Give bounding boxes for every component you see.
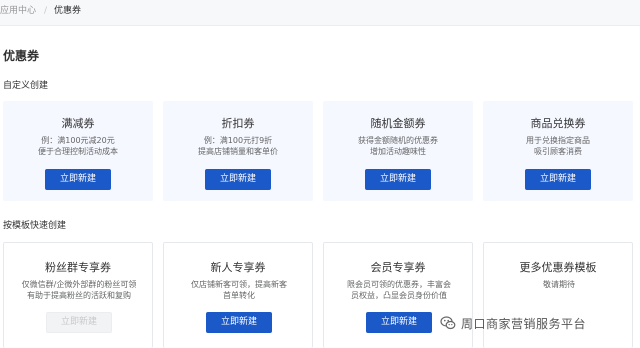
create-random-amount-button[interactable]: 立即新建 (365, 169, 431, 190)
card-title: 满减券 (61, 117, 95, 130)
template-card-fan-group: 粉丝群专享券 仅微信群/企微外部群的粉丝可领 有助于提高粉丝的活跃和复购 立即新… (3, 242, 153, 348)
card-description: 仅微信群/企微外部群的粉丝可领 有助于提高粉丝的活跃和复购 (21, 280, 137, 300)
card-title: 随机金额券 (370, 117, 426, 130)
card-title: 粉丝群专享券 (45, 261, 111, 274)
create-newcomer-button[interactable]: 立即新建 (206, 312, 272, 333)
coupon-card-random-amount: 随机金额券 获得金额随机的优惠券 增加活动趣味性 立即新建 (323, 101, 473, 201)
template-card-newcomer: 新人专享券 仅店铺新客可领，提高新客 首单转化 立即新建 (163, 242, 313, 348)
create-full-reduction-button[interactable]: 立即新建 (45, 169, 111, 190)
breadcrumb-current: 优惠券 (54, 6, 82, 16)
watermark-text: 周口商家营销服务平台 (461, 316, 587, 331)
coupon-card-full-reduction: 满减券 例：满100元减20元 便于合理控制活动成本 立即新建 (3, 101, 153, 201)
page-title: 优惠券 (3, 49, 40, 63)
watermark: 周口商家营销服务平台 (440, 312, 640, 334)
breadcrumb-separator: / (44, 6, 48, 16)
create-fan-group-button[interactable]: 立即新建 (46, 312, 112, 333)
template-section-title: 按模板快速创建 (3, 221, 67, 231)
coupon-card-product-exchange: 商品兑换券 用于兑换指定商品 吸引顾客消费 立即新建 (483, 101, 633, 201)
card-title: 更多优惠券模板 (519, 261, 597, 274)
card-description: 获得金额随机的优惠券 增加活动趣味性 (358, 136, 438, 156)
custom-section-title: 自定义创建 (3, 81, 49, 91)
card-description: 限会员可领的优惠券，丰富会 员权益，凸显会员身份价值 (347, 280, 451, 300)
create-member-button[interactable]: 立即新建 (366, 312, 432, 333)
create-discount-button[interactable]: 立即新建 (205, 169, 271, 190)
coupon-card-discount: 折扣券 例：满100元打9折 提高店铺销量和客单价 立即新建 (163, 101, 313, 201)
wechat-icon (440, 316, 456, 330)
card-description: 例：满100元减20元 便于合理控制活动成本 (38, 136, 118, 156)
card-description: 用于兑换指定商品 吸引顾客消费 (526, 136, 590, 156)
card-description: 敬请期待 (543, 280, 575, 289)
breadcrumb-root[interactable]: 应用中心 (0, 5, 36, 17)
card-description: 仅店铺新客可领，提高新客 首单转化 (191, 280, 287, 300)
card-title: 折扣券 (221, 117, 255, 130)
card-title: 新人专享券 (210, 261, 266, 274)
top-bar: 应用中心 / 优惠券 (0, 0, 640, 26)
card-title: 会员专享券 (370, 261, 426, 274)
card-title: 商品兑换券 (530, 117, 586, 130)
card-description: 例：满100元打9折 提高店铺销量和客单价 (198, 136, 278, 156)
create-product-exchange-button[interactable]: 立即新建 (525, 169, 591, 190)
